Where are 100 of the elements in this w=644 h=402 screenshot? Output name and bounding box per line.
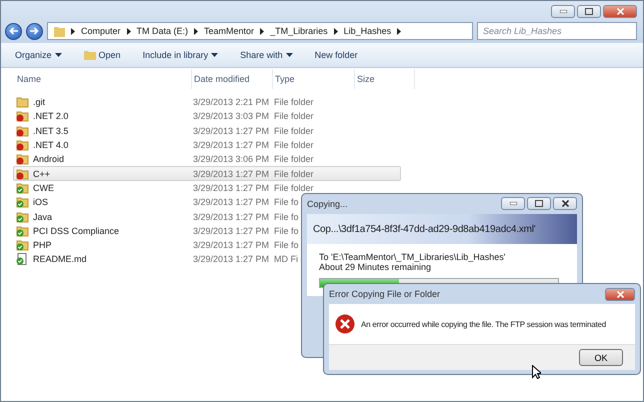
date-cell: 3/29/2013 1:27 PM xyxy=(193,168,270,180)
column-header[interactable]: Type xyxy=(273,69,355,89)
file-name: C++ xyxy=(33,168,50,180)
maximize-button[interactable] xyxy=(577,5,601,18)
type-cell: File folder xyxy=(274,168,314,180)
date-cell: 3/29/2013 1:27 PM xyxy=(193,124,270,137)
type-cell: File folder xyxy=(274,96,314,108)
folder-icon xyxy=(54,26,65,36)
chevron-icon xyxy=(126,28,131,34)
destination-text: To 'E:\TeamMentor\_TM_Libraries\Lib_Hashes' xyxy=(319,252,507,262)
date-cell: 3/29/2013 1:27 PM xyxy=(193,196,270,208)
mouse-cursor-icon xyxy=(532,365,541,379)
maximize-icon xyxy=(585,8,593,15)
date-cell: 3/29/2013 1:27 PM xyxy=(193,224,270,237)
chevron-icon xyxy=(260,28,264,34)
file-name: .NET 2.0 xyxy=(33,110,68,122)
type-cell: MD Fi xyxy=(274,253,298,266)
breadcrumb-item[interactable]: TeamMentor xyxy=(204,26,254,36)
folder-icon xyxy=(16,168,29,180)
breadcrumb-item[interactable]: _TM_Libraries xyxy=(270,26,328,36)
file-name: .NET 4.0 xyxy=(33,139,68,152)
file-row[interactable]: C++ 3/29/2013 1:27 PM File folder xyxy=(13,166,401,181)
forward-arrow-icon xyxy=(30,27,39,35)
file-name: PCI DSS Compliance xyxy=(33,224,120,237)
folder-icon xyxy=(16,182,29,194)
file-row[interactable]: .NET 4.0 3/29/2013 1:27 PM File folder xyxy=(13,138,401,152)
date-cell: 3/29/2013 3:03 PM xyxy=(193,110,270,122)
type-cell: File folder xyxy=(274,139,314,152)
close-icon xyxy=(616,290,624,298)
file-name: PHP xyxy=(33,239,52,252)
chevron-icon xyxy=(334,28,338,34)
folder-icon xyxy=(16,139,29,152)
file-row[interactable]: .NET 3.5 3/29/2013 1:27 PM File folder xyxy=(13,124,401,138)
date-cell: 3/29/2013 3:06 PM xyxy=(193,153,270,166)
date-cell: 3/29/2013 1:27 PM xyxy=(193,182,270,194)
column-header[interactable]: Size xyxy=(355,69,415,89)
folder-icon xyxy=(16,210,29,223)
breadcrumb-item[interactable]: TM Data (E:) xyxy=(136,26,188,36)
error-message: An error occurred while copying the file. The FTP session was terminated xyxy=(361,320,606,328)
chevron-icon xyxy=(71,28,75,34)
minimize-button[interactable] xyxy=(551,5,575,18)
type-cell: File fo xyxy=(274,210,299,223)
forward-button[interactable] xyxy=(26,22,43,40)
folder-icon xyxy=(16,196,29,208)
folder-icon xyxy=(84,50,96,60)
dialog-title: Error Copying File or Folder xyxy=(329,289,440,299)
folder-icon xyxy=(16,124,29,137)
file-row[interactable]: Android 3/29/2013 3:06 PM File folder xyxy=(13,152,401,166)
type-cell: File fo xyxy=(274,196,299,208)
type-cell: File folder xyxy=(274,182,314,194)
folder-icon xyxy=(16,96,29,108)
type-cell: File fo xyxy=(274,224,299,237)
type-cell: File fo xyxy=(274,239,299,252)
toolbar-button[interactable]: Organize xyxy=(15,50,62,60)
close-icon xyxy=(562,200,568,206)
maximize-button[interactable] xyxy=(527,196,551,210)
back-button[interactable] xyxy=(5,22,22,40)
column-header[interactable]: Name xyxy=(15,69,192,89)
folder-icon xyxy=(16,239,29,252)
ok-button[interactable]: OK xyxy=(579,349,623,366)
close-button[interactable] xyxy=(553,196,577,210)
toolbar-button[interactable]: Share with xyxy=(240,50,293,60)
date-cell: 3/29/2013 1:27 PM xyxy=(193,239,270,252)
file-name: Java xyxy=(33,210,52,223)
error-icon xyxy=(335,314,355,334)
search-field[interactable]: Search Lib_Hashes xyxy=(477,22,637,40)
minimize-button[interactable] xyxy=(501,196,525,210)
address-bar[interactable]: Computer TM Data (E:) TeamMentor _TM_Libraries Lib_Hashes xyxy=(47,22,473,40)
type-cell: File folder xyxy=(274,153,314,166)
date-cell: 3/29/2013 2:21 PM xyxy=(193,96,270,108)
minimize-icon xyxy=(510,202,516,204)
folder-icon xyxy=(16,110,29,122)
breadcrumb-item[interactable]: Lib_Hashes xyxy=(344,26,392,36)
dialog-title: Copying... xyxy=(307,199,348,209)
type-cell: File folder xyxy=(274,124,314,137)
file-name: CWE xyxy=(33,182,54,194)
chevron-icon xyxy=(194,28,198,34)
file-name: README.md xyxy=(33,253,87,266)
close-icon xyxy=(616,8,624,15)
toolbar-button[interactable]: New folder xyxy=(314,50,358,60)
file-name: .git xyxy=(33,96,46,108)
file-row[interactable]: .NET 2.0 3/29/2013 3:03 PM File folder xyxy=(13,109,401,124)
file-name: Android xyxy=(33,153,64,166)
folder-icon xyxy=(16,153,29,166)
toolbar-button[interactable]: Open xyxy=(84,50,121,60)
minimize-icon xyxy=(560,10,566,13)
file-row[interactable]: CWE 3/29/2013 1:27 PM File folder xyxy=(13,180,401,196)
back-arrow-icon xyxy=(9,27,18,35)
type-cell: File folder xyxy=(274,110,314,122)
file-name: iOS xyxy=(33,196,48,208)
toolbar-button[interactable]: Include in library xyxy=(142,50,218,60)
breadcrumb-item[interactable]: Computer xyxy=(81,26,121,36)
date-cell: 3/29/2013 1:27 PM xyxy=(193,139,270,152)
time-remaining: About 29 Minutes remaining xyxy=(319,262,432,272)
folder-icon xyxy=(16,224,29,237)
date-cell: 3/29/2013 1:27 PM xyxy=(193,210,270,223)
chevron-icon xyxy=(397,28,402,34)
file-row[interactable]: .git 3/29/2013 2:21 PM File folder xyxy=(13,95,401,110)
column-header[interactable]: Date modified xyxy=(192,69,273,89)
date-cell: 3/29/2013 1:27 PM xyxy=(193,253,270,266)
